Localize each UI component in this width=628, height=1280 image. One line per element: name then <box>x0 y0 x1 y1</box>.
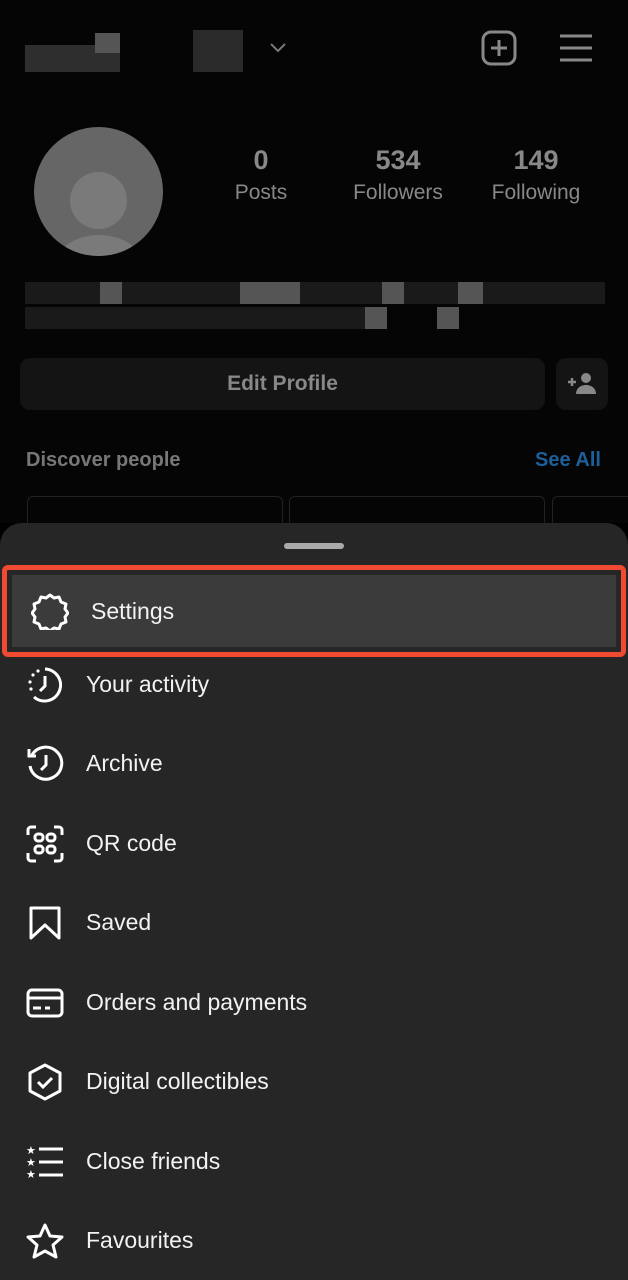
hexagon-check-icon <box>25 1062 65 1102</box>
profile-screen: 0 Posts 534 Followers 149 Following Edit Pr… <box>0 0 628 536</box>
edit-profile-button[interactable]: Edit Profile <box>20 358 545 410</box>
svg-text:★: ★ <box>26 1169 36 1180</box>
menu-item-your-activity[interactable]: Your activity <box>0 645 628 724</box>
discover-people-heading: Discover people <box>26 449 181 471</box>
star-icon <box>25 1221 65 1261</box>
stat-followers[interactable]: 534 Followers <box>333 145 463 205</box>
menu-item-saved[interactable]: Saved <box>0 883 628 962</box>
see-all-link[interactable]: See All <box>535 449 601 472</box>
hamburger-icon[interactable] <box>555 27 597 69</box>
menu-item-digital-collectibles[interactable]: Digital collectibles <box>0 1042 628 1121</box>
menu-item-favourites[interactable]: Favourites <box>0 1201 628 1280</box>
credit-card-icon <box>25 983 65 1023</box>
qr-code-icon <box>25 824 65 864</box>
menu-item-archive[interactable]: Archive <box>0 724 628 803</box>
svg-text:★: ★ <box>26 1145 36 1157</box>
plus-square-icon[interactable] <box>478 27 520 69</box>
drag-handle[interactable] <box>284 543 344 549</box>
menu-item-orders-and-payments[interactable]: Orders and payments <box>0 963 628 1042</box>
gear-icon <box>30 591 70 631</box>
chevron-down-icon[interactable] <box>266 38 290 58</box>
add-person-button[interactable] <box>556 358 608 410</box>
svg-text:★: ★ <box>26 1157 36 1169</box>
stat-posts[interactable]: 0 Posts <box>196 145 326 205</box>
star-list-icon: ★ ★ ★ <box>25 1142 65 1182</box>
stat-following[interactable]: 149 Following <box>471 145 601 205</box>
menu-item-close-friends[interactable]: ★ ★ ★ Close friends <box>0 1122 628 1201</box>
activity-clock-icon <box>25 665 65 705</box>
menu-item-qr-code[interactable]: QR code <box>0 804 628 883</box>
menu-item-settings[interactable]: Settings <box>2 565 626 657</box>
archive-history-icon <box>25 744 65 784</box>
add-person-icon <box>568 373 596 394</box>
menu-bottom-sheet: Settings Your activity Archive QR code S… <box>0 523 628 1280</box>
bookmark-icon <box>25 903 65 943</box>
avatar[interactable] <box>34 127 163 256</box>
